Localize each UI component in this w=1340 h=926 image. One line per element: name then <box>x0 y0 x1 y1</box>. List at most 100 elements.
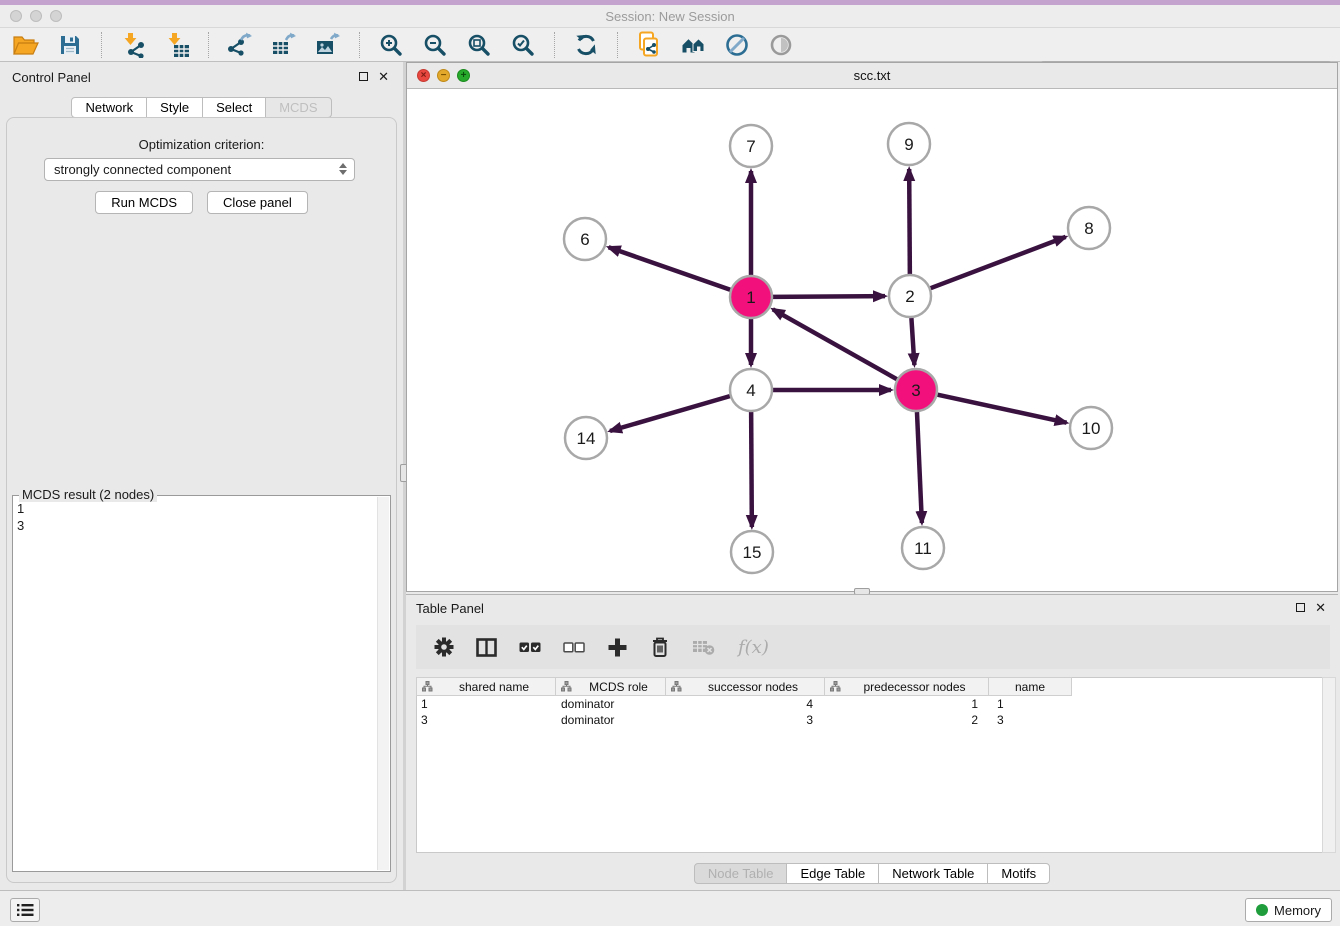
tab-node-table[interactable]: Node Table <box>694 863 788 884</box>
graph-edge[interactable] <box>609 247 731 289</box>
graph-edge[interactable] <box>610 396 730 431</box>
column-label: name <box>989 680 1071 694</box>
table-panel-window-buttons: ✕ <box>1296 602 1326 613</box>
node-label: 3 <box>911 381 920 400</box>
column-header-name[interactable]: name <box>988 677 1072 696</box>
control-panel-window-buttons: ✕ <box>359 71 389 82</box>
export-network-button[interactable] <box>224 30 256 60</box>
table-cell: 1 <box>416 696 556 712</box>
float-panel-icon[interactable] <box>1296 603 1305 612</box>
zoom-out-button[interactable] <box>419 30 451 60</box>
save-session-button[interactable] <box>54 30 86 60</box>
node-label: 4 <box>746 381 755 400</box>
import-table-button[interactable] <box>161 30 193 60</box>
refresh-arrows-icon <box>574 33 598 57</box>
tab-motifs[interactable]: Motifs <box>987 863 1050 884</box>
node-table-body: 1dominator4113dominator323 <box>416 696 1076 728</box>
column-header-predecessor-nodes[interactable]: predecessor nodes <box>824 677 989 696</box>
node-label: 11 <box>914 539 932 558</box>
graph-edge[interactable] <box>931 237 1066 288</box>
show-hidden-button[interactable] <box>765 30 797 60</box>
scrollbar-track[interactable] <box>1322 677 1336 853</box>
tab-network[interactable]: Network <box>71 97 147 118</box>
hierarchy-icon <box>422 681 433 692</box>
table-row[interactable]: 3dominator323 <box>416 712 1076 728</box>
graph-edge[interactable] <box>917 412 922 523</box>
export-table-button[interactable] <box>268 30 300 60</box>
hide-selected-button[interactable] <box>721 30 753 60</box>
node-label: 7 <box>746 137 755 156</box>
toolbar-separator <box>208 32 209 58</box>
run-mcds-button[interactable]: Run MCDS <box>95 191 193 214</box>
select-all-button[interactable] <box>519 639 541 655</box>
toolbar-separator <box>617 32 618 58</box>
optimization-criterion-label: Optimization criterion: <box>0 137 403 152</box>
tab-select[interactable]: Select <box>202 97 266 118</box>
toolbar-separator <box>554 32 555 58</box>
deselect-all-button[interactable] <box>563 639 585 655</box>
network-graph: 1234678910111415 <box>407 89 1337 591</box>
node-label: 9 <box>904 135 913 154</box>
toggle-panes-button[interactable] <box>476 638 497 657</box>
node-label: 14 <box>577 429 596 448</box>
column-label: MCDS role <box>572 680 665 694</box>
delete-column-button[interactable] <box>650 636 670 658</box>
clone-network-button[interactable] <box>633 30 665 60</box>
scrollbar-track[interactable] <box>377 497 389 870</box>
close-panel-icon[interactable]: ✕ <box>1315 602 1326 613</box>
graph-edge[interactable] <box>751 412 752 527</box>
zoom-out-icon <box>422 32 448 58</box>
unchecked-boxes-icon <box>563 639 585 655</box>
function-builder-button[interactable]: f(x) <box>738 637 769 658</box>
optimization-criterion-select[interactable]: strongly connected component <box>44 158 355 181</box>
hide-slash-circle-icon <box>724 32 750 58</box>
table-cell: dominator <box>556 712 667 728</box>
node-label: 2 <box>905 287 914 306</box>
zoom-selected-icon <box>510 32 536 58</box>
zoom-fit-button[interactable] <box>463 30 495 60</box>
memory-button[interactable]: Memory <box>1245 898 1332 922</box>
hierarchy-icon <box>561 681 572 692</box>
hierarchy-icon <box>671 681 682 692</box>
task-history-button[interactable] <box>10 898 40 922</box>
main-toolbar <box>0 28 1340 62</box>
table-cell: dominator <box>556 696 667 712</box>
node-label: 1 <box>746 288 755 307</box>
close-panel-button[interactable]: Close panel <box>207 191 308 214</box>
save-floppy-icon <box>59 34 81 56</box>
graph-edge[interactable] <box>937 395 1066 423</box>
export-image-icon <box>315 32 341 58</box>
zoom-in-button[interactable] <box>375 30 407 60</box>
table-row[interactable]: 1dominator411 <box>416 696 1076 712</box>
control-panel-tabs: Network Style Select MCDS <box>0 97 403 118</box>
zoom-selected-button[interactable] <box>507 30 539 60</box>
delete-table-button[interactable] <box>692 638 716 656</box>
apply-layout-button[interactable] <box>570 30 602 60</box>
delete-table-icon <box>692 638 716 656</box>
graph-edge[interactable] <box>773 296 885 297</box>
tab-network-table[interactable]: Network Table <box>878 863 988 884</box>
export-image-button[interactable] <box>312 30 344 60</box>
import-network-button[interactable] <box>117 30 149 60</box>
add-column-button[interactable] <box>607 637 628 658</box>
float-panel-icon[interactable] <box>359 72 368 81</box>
tab-style[interactable]: Style <box>146 97 203 118</box>
node-table-header: shared name MCDS rolesuccessor nodesprede… <box>416 677 1072 696</box>
graph-edge[interactable] <box>909 169 910 274</box>
column-header-successor-nodes[interactable]: successor nodes <box>665 677 825 696</box>
column-header-shared-name[interactable]: shared name <box>416 677 556 696</box>
graph-edge[interactable] <box>773 309 897 379</box>
graph-edge[interactable] <box>911 318 914 365</box>
open-session-button[interactable] <box>10 30 42 60</box>
table-settings-button[interactable] <box>434 637 454 657</box>
network-canvas[interactable]: 1234678910111415 <box>407 89 1337 591</box>
node-label: 15 <box>743 543 762 562</box>
houses-button[interactable] <box>677 30 709 60</box>
column-header-MCDS-role[interactable]: MCDS role <box>555 677 666 696</box>
network-window-titlebar[interactable]: × − + scc.txt <box>407 63 1337 89</box>
toolbar-separator <box>359 32 360 58</box>
list-icon <box>16 902 34 918</box>
tab-edge-table[interactable]: Edge Table <box>786 863 879 884</box>
close-panel-icon[interactable]: ✕ <box>378 71 389 82</box>
tab-mcds[interactable]: MCDS <box>265 97 331 118</box>
